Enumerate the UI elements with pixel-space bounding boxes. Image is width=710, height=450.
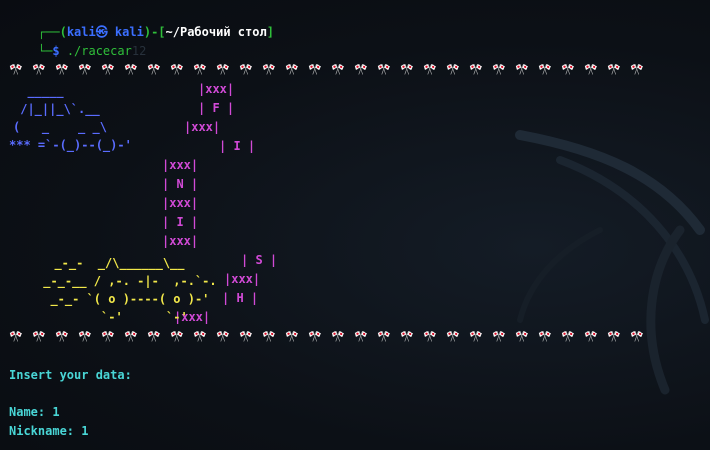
crossed-flags-icon: 🎌 — [239, 63, 253, 76]
crossed-flags-icon: 🎌 — [9, 330, 23, 343]
crossed-flags-icon: 🎌 — [584, 330, 598, 343]
yellow-car-line-4: `-' `-' — [36, 310, 188, 324]
blue-car-line-3: ( _ _ _\ — [13, 120, 107, 134]
crossed-flags-icon: 🎌 — [423, 63, 437, 76]
crossed-flags-icon: 🎌 — [78, 63, 92, 76]
crossed-flags-icon: 🎌 — [170, 330, 184, 343]
crossed-flags-icon: 🎌 — [561, 330, 575, 343]
prompt-frame-end: ] — [266, 25, 274, 39]
crossed-flags-icon: 🎌 — [584, 63, 598, 76]
crossed-flags-icon: 🎌 — [55, 330, 69, 343]
track-block: |xxx| — [198, 82, 235, 96]
crossed-flags-icon: 🎌 — [515, 330, 529, 343]
blue-car-line-4: *** =`-(_)--(_)-' — [9, 138, 132, 152]
track-block: |xxx| — [162, 196, 199, 210]
crossed-flags-icon: 🎌 — [492, 330, 506, 343]
nickname-output: Nickname: 1 — [9, 424, 89, 438]
crossed-flags-icon: 🎌 — [262, 63, 276, 76]
crossed-flags-icon: 🎌 — [9, 63, 23, 76]
insert-data-prompt: Insert your data: — [9, 368, 132, 382]
crossed-flags-icon: 🎌 — [124, 330, 138, 343]
crossed-flags-icon: 🎌 — [331, 330, 345, 343]
prompt-frame-mid: )-[ — [143, 25, 166, 39]
crossed-flags-icon: 🎌 — [193, 63, 207, 76]
crossed-flags-icon: 🎌 — [538, 330, 552, 343]
flag-row-top: 🎌 🎌 🎌 🎌 🎌 🎌 🎌 🎌 🎌 🎌 🎌 🎌 🎌 🎌 🎌 🎌 🎌 🎌 🎌 🎌 🎌 🎌 🎌 🎌 🎌 🎌 🎌 🎌 — [9, 60, 653, 79]
crossed-flags-icon: 🎌 — [469, 330, 483, 343]
crossed-flags-icon: 🎌 — [285, 330, 299, 343]
track-block: | F | — [198, 101, 235, 115]
typed-command: ./racecar — [66, 44, 132, 58]
crossed-flags-icon: 🎌 — [630, 63, 644, 76]
crossed-flags-icon: 🎌 — [101, 330, 115, 343]
track-block: |xxx| — [162, 234, 199, 248]
name-output: Name: 1 — [9, 405, 60, 419]
track-block: | N | — [162, 177, 199, 191]
track-block: |xxx| — [162, 158, 199, 172]
track-block: | I | — [219, 139, 256, 153]
crossed-flags-icon: 🎌 — [331, 63, 345, 76]
crossed-flags-icon: 🎌 — [124, 63, 138, 76]
track-block: | I | — [162, 215, 199, 229]
terminal-window[interactable]: ┌──(kali㉿ kali)-[~/Рабочий стол] └─$ ./r… — [0, 0, 710, 450]
crossed-flags-icon: 🎌 — [538, 63, 552, 76]
crossed-flags-icon: 🎌 — [400, 63, 414, 76]
crossed-flags-icon: 🎌 — [262, 330, 276, 343]
crossed-flags-icon: 🎌 — [170, 63, 184, 76]
crossed-flags-icon: 🎌 — [446, 63, 460, 76]
crossed-flags-icon: 🎌 — [607, 63, 621, 76]
crossed-flags-icon: 🎌 — [285, 63, 299, 76]
yellow-car-line-1: _-_- _/\______\__ — [40, 256, 185, 270]
flag-row-bottom: 🎌 🎌 🎌 🎌 🎌 🎌 🎌 🎌 🎌 🎌 🎌 🎌 🎌 🎌 🎌 🎌 🎌 🎌 🎌 🎌 🎌 🎌 🎌 🎌 🎌 🎌 🎌 🎌 — [9, 327, 653, 346]
crossed-flags-icon: 🎌 — [147, 330, 161, 343]
track-block: |xxx| — [224, 272, 261, 286]
crossed-flags-icon: 🎌 — [239, 330, 253, 343]
crossed-flags-icon: 🎌 — [607, 330, 621, 343]
ghost-text: 12 — [131, 44, 147, 58]
crossed-flags-icon: 🎌 — [32, 330, 46, 343]
yellow-car-line-3: _-_- `( o )----( o )-' — [36, 292, 210, 306]
crossed-flags-icon: 🎌 — [55, 63, 69, 76]
crossed-flags-icon: 🎌 — [216, 63, 230, 76]
crossed-flags-icon: 🎌 — [377, 63, 391, 76]
crossed-flags-icon: 🎌 — [308, 63, 322, 76]
track-block: |xxx| — [184, 120, 221, 134]
crossed-flags-icon: 🎌 — [101, 63, 115, 76]
crossed-flags-icon: 🎌 — [446, 330, 460, 343]
crossed-flags-icon: 🎌 — [354, 63, 368, 76]
track-block: | H | — [222, 291, 259, 305]
crossed-flags-icon: 🎌 — [354, 330, 368, 343]
track-block: | S | — [241, 253, 278, 267]
prompt-path: ~/Рабочий стол — [165, 25, 267, 39]
crossed-flags-icon: 🎌 — [216, 330, 230, 343]
crossed-flags-icon: 🎌 — [492, 63, 506, 76]
crossed-flags-icon: 🎌 — [469, 63, 483, 76]
prompt-dollar: $ — [52, 44, 67, 58]
yellow-car-line-2: _-_-__ / ,-. -|- ,-.`-. — [36, 274, 217, 288]
crossed-flags-icon: 🎌 — [32, 63, 46, 76]
crossed-flags-icon: 🎌 — [308, 330, 322, 343]
crossed-flags-icon: 🎌 — [561, 63, 575, 76]
blue-car-line-2: /|_||_\`.__ — [13, 102, 100, 116]
crossed-flags-icon: 🎌 — [377, 330, 391, 343]
crossed-flags-icon: 🎌 — [147, 63, 161, 76]
crossed-flags-icon: 🎌 — [515, 63, 529, 76]
crossed-flags-icon: 🎌 — [78, 330, 92, 343]
blue-car-line-1: _____ — [13, 84, 64, 98]
crossed-flags-icon: 🎌 — [193, 330, 207, 343]
prompt-frame-bottom: └─ — [37, 44, 53, 58]
crossed-flags-icon: 🎌 — [423, 330, 437, 343]
crossed-flags-icon: 🎌 — [630, 330, 644, 343]
crossed-flags-icon: 🎌 — [400, 330, 414, 343]
